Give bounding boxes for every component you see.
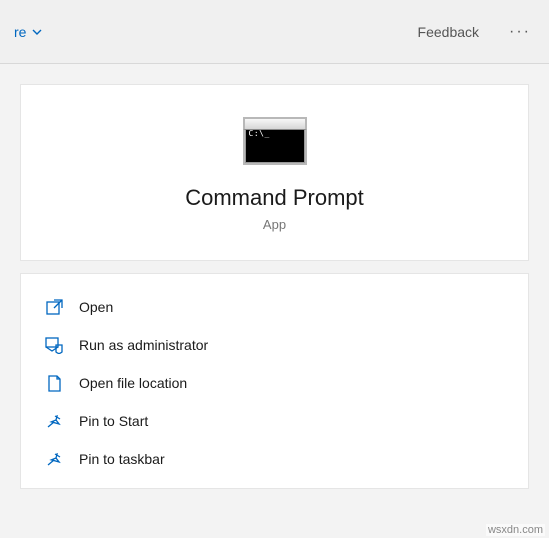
pin-start-icon xyxy=(45,412,63,430)
feedback-label: Feedback xyxy=(418,24,479,40)
action-open[interactable]: Open xyxy=(21,288,528,326)
watermark: wsxdn.com xyxy=(486,524,545,536)
action-run-as-admin[interactable]: Run as administrator xyxy=(21,326,528,364)
action-label: Run as administrator xyxy=(79,337,208,353)
action-pin-to-start[interactable]: Pin to Start xyxy=(21,402,528,440)
action-label: Open xyxy=(79,299,113,315)
more-dots-icon: ··· xyxy=(509,23,531,40)
result-title: Command Prompt xyxy=(41,185,508,211)
action-pin-to-taskbar[interactable]: Pin to taskbar xyxy=(21,440,528,478)
topbar: re Feedback ··· xyxy=(0,0,549,64)
command-prompt-icon: C:\_ xyxy=(243,117,307,165)
feedback-button[interactable]: Feedback xyxy=(412,20,485,44)
result-type: App xyxy=(41,217,508,232)
more-options-button[interactable]: ··· xyxy=(503,19,537,45)
filter-dropdown-label: re xyxy=(14,24,26,40)
action-label: Open file location xyxy=(79,375,187,391)
action-label: Pin to taskbar xyxy=(79,451,165,467)
result-header-card: C:\_ Command Prompt App xyxy=(20,84,529,261)
chevron-down-icon xyxy=(32,29,42,35)
filter-dropdown[interactable]: re xyxy=(12,20,44,44)
action-label: Pin to Start xyxy=(79,413,148,429)
action-open-file-location[interactable]: Open file location xyxy=(21,364,528,402)
folder-icon xyxy=(45,374,63,392)
open-icon xyxy=(45,298,63,316)
result-content: C:\_ Command Prompt App Open xyxy=(0,64,549,489)
admin-icon xyxy=(45,336,63,354)
actions-list: Open Run as administrator Open file loca… xyxy=(20,273,529,489)
pin-taskbar-icon xyxy=(45,450,63,468)
